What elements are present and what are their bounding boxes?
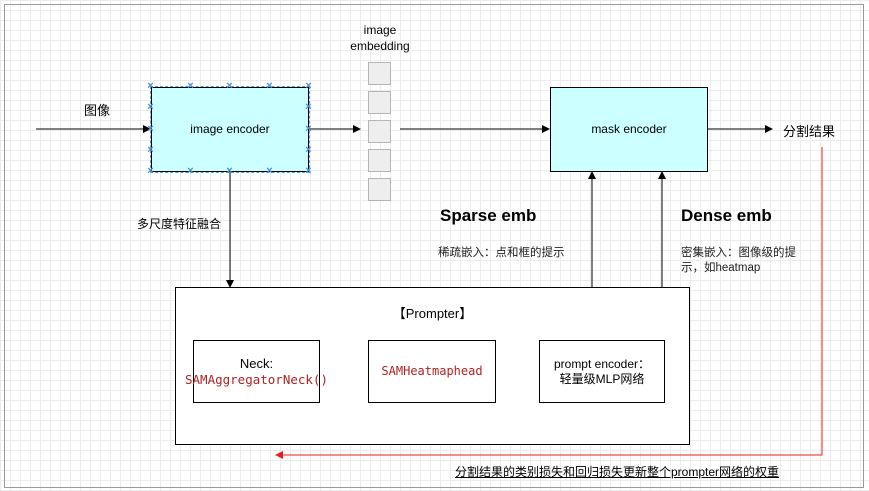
sparse-emb-title: Sparse emb xyxy=(440,206,537,225)
embedding-token xyxy=(368,149,391,172)
dense-emb-title: Dense emb xyxy=(681,206,772,225)
resize-handle-icon[interactable]: × xyxy=(226,81,233,92)
resize-handle-icon[interactable]: × xyxy=(147,81,154,92)
resize-handle-icon[interactable]: × xyxy=(305,145,312,156)
embedding-token xyxy=(368,178,391,201)
resize-handle-icon[interactable]: × xyxy=(305,124,312,135)
resize-handle-icon[interactable]: × xyxy=(226,166,233,177)
neck-code: SAMAggregatorNeck() xyxy=(185,371,328,387)
heatmap-head-box[interactable]: SAMHeatmaphead xyxy=(368,340,496,403)
resize-handle-icon[interactable]: × xyxy=(266,166,273,177)
mask-encoder-box[interactable]: mask encoder xyxy=(550,87,708,172)
resize-handle-icon[interactable]: × xyxy=(147,124,154,135)
input-image-label: 图像 xyxy=(84,103,111,118)
diagram-canvas: image encoder × × × × × × × × × × × × × … xyxy=(0,0,869,491)
prompt-encoder-label: prompt encoder： 轻量级MLP网络 xyxy=(553,356,651,386)
dense-emb-description: 密集嵌入：图像级的提 示，如heatmap xyxy=(681,247,796,274)
image-encoder-box[interactable]: image encoder xyxy=(150,86,310,173)
resize-handle-icon[interactable]: × xyxy=(147,166,154,177)
sparse-emb-description: 稀疏嵌入：点和框的提示 xyxy=(438,247,565,259)
resize-handle-icon[interactable]: × xyxy=(266,81,273,92)
resize-handle-icon[interactable]: × xyxy=(147,145,154,156)
mask-encoder-label: mask encoder xyxy=(591,122,667,136)
embedding-token xyxy=(368,62,391,85)
segmentation-output-label: 分割结果 xyxy=(783,124,836,139)
resize-handle-icon[interactable]: × xyxy=(147,102,154,113)
prompter-title: 【Prompter】 xyxy=(392,306,473,321)
neck-title: Neck: xyxy=(239,355,274,371)
resize-handle-icon[interactable]: × xyxy=(305,81,312,92)
image-embedding-label: image embedding xyxy=(350,23,410,53)
loss-update-note: 分割结果的类别损失和回归损失更新整个prompter网络的权重 xyxy=(455,465,780,479)
resize-handle-icon[interactable]: × xyxy=(187,166,194,177)
neck-box[interactable]: Neck: SAMAggregatorNeck() xyxy=(185,340,328,403)
prompt-encoder-box[interactable]: prompt encoder： 轻量级MLP网络 xyxy=(539,340,665,403)
image-encoder-label: image encoder xyxy=(190,122,270,136)
multi-scale-fusion-label: 多尺度特征融合 xyxy=(137,217,222,231)
heatmap-head-code: SAMHeatmaphead xyxy=(381,364,483,378)
embedding-token xyxy=(368,120,391,143)
embedding-token xyxy=(368,91,391,114)
resize-handle-icon[interactable]: × xyxy=(305,166,312,177)
resize-handle-icon[interactable]: × xyxy=(305,102,312,113)
resize-handle-icon[interactable]: × xyxy=(187,81,194,92)
